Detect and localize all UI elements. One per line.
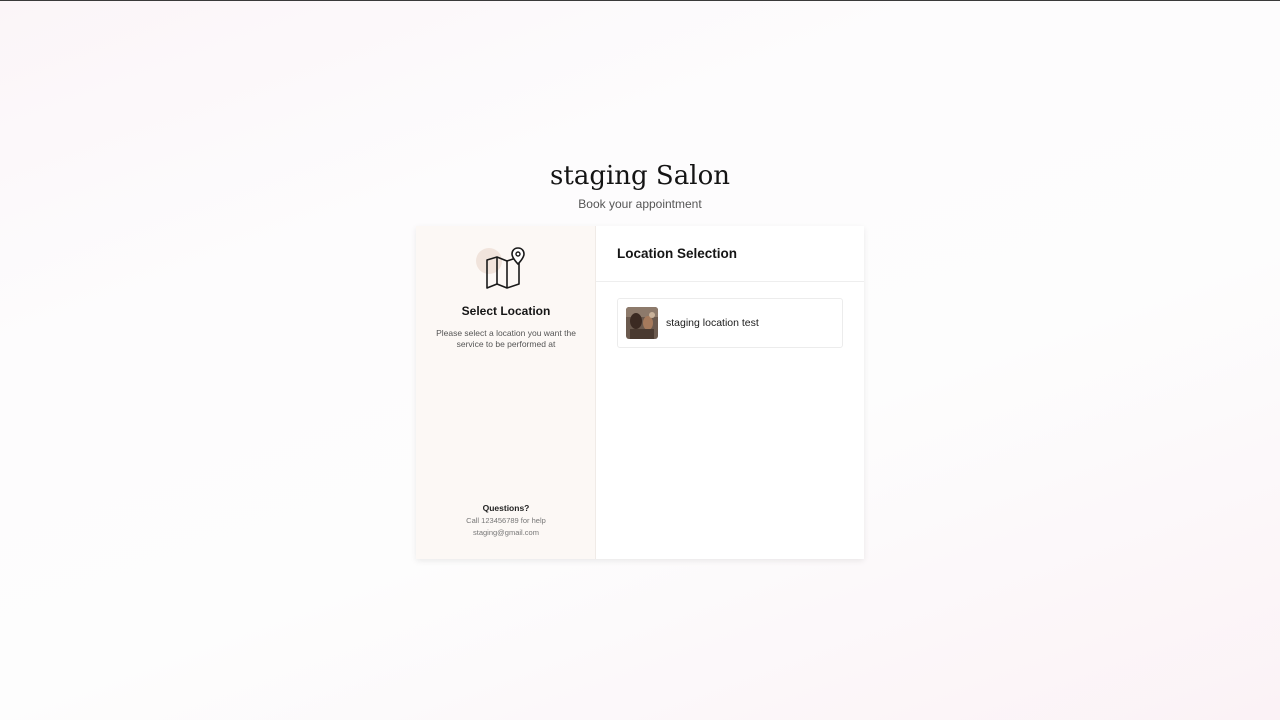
- booking-card: Select Location Please select a location…: [416, 226, 864, 559]
- help-phone: Call 123456789 for help: [466, 516, 546, 525]
- panel-title: Location Selection: [617, 246, 738, 261]
- help-email: staging@gmail.com: [473, 528, 539, 537]
- step-title: Select Location: [461, 304, 551, 318]
- location-panel: Location Selection staging location test: [596, 226, 864, 559]
- map-location-icon: [476, 247, 525, 289]
- location-photo: [626, 307, 658, 339]
- top-border: [0, 0, 1280, 1]
- help-section: Questions? Call 123456789 for help stagi…: [416, 502, 596, 538]
- panel-header: Location Selection: [596, 226, 864, 282]
- help-title: Questions?: [482, 503, 530, 513]
- location-name: staging location test: [666, 317, 759, 329]
- step-description: Please select a location you want the se…: [436, 328, 576, 349]
- location-option[interactable]: staging location test: [617, 298, 843, 348]
- page-header: staging Salon Book your appointment: [0, 158, 1280, 212]
- salon-name: staging Salon: [550, 161, 730, 191]
- step-sidebar: Select Location Please select a location…: [416, 226, 596, 559]
- page-subtitle: Book your appointment: [578, 197, 702, 211]
